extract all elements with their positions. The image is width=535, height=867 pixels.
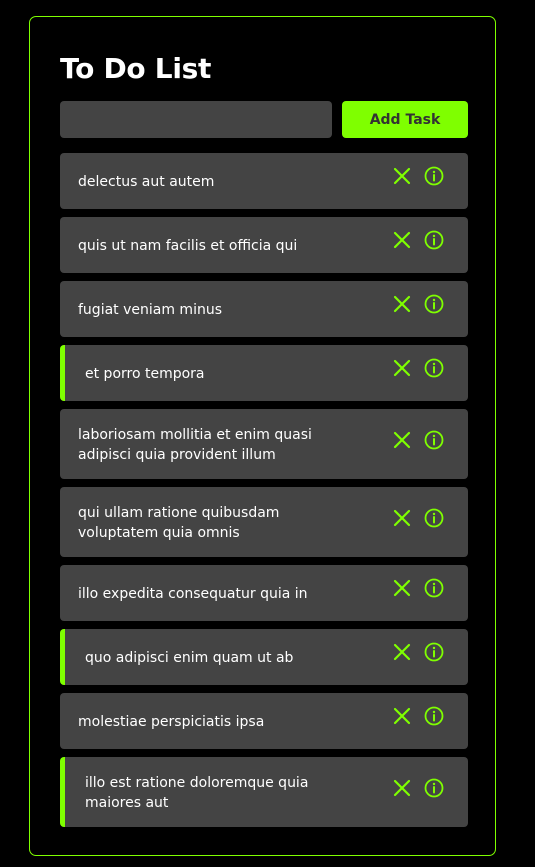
info-icon[interactable] (424, 706, 444, 726)
task-actions (392, 430, 444, 450)
info-icon[interactable] (424, 358, 444, 378)
list-item[interactable]: delectus aut autem (60, 153, 468, 209)
task-text: et porro tempora (85, 366, 205, 382)
info-icon[interactable] (424, 642, 444, 662)
list-item[interactable]: laboriosam mollitia et enim quasi adipis… (60, 409, 468, 479)
task-text: illo est ratione doloremque quia maiores… (85, 775, 309, 811)
task-text: qui ullam ratione quibusdam voluptatem q… (78, 505, 280, 541)
info-icon[interactable] (424, 778, 444, 798)
task-actions (392, 508, 444, 528)
close-icon[interactable] (392, 358, 412, 378)
task-input[interactable] (60, 101, 332, 138)
todo-panel: To Do List Add Task delectus aut autem qu… (29, 16, 496, 856)
close-icon[interactable] (392, 166, 412, 186)
list-item[interactable]: et porro tempora (60, 345, 468, 401)
close-icon[interactable] (392, 778, 412, 798)
close-icon[interactable] (392, 578, 412, 598)
task-actions (392, 578, 444, 598)
task-actions (392, 642, 444, 662)
list-item[interactable]: illo expedita consequatur quia in (60, 565, 468, 621)
info-icon[interactable] (424, 508, 444, 528)
list-item[interactable]: molestiae perspiciatis ipsa (60, 693, 468, 749)
info-icon[interactable] (424, 294, 444, 314)
task-actions (392, 230, 444, 250)
task-text: delectus aut autem (78, 174, 215, 190)
task-text: illo expedita consequatur quia in (78, 586, 308, 602)
task-text: quo adipisci enim quam ut ab (85, 650, 294, 666)
task-actions (392, 706, 444, 726)
close-icon[interactable] (392, 706, 412, 726)
task-actions (392, 358, 444, 378)
info-icon[interactable] (424, 166, 444, 186)
list-item[interactable]: illo est ratione doloremque quia maiores… (60, 757, 468, 827)
add-task-button[interactable]: Add Task (342, 101, 468, 138)
close-icon[interactable] (392, 642, 412, 662)
list-item[interactable]: fugiat veniam minus (60, 281, 468, 337)
task-actions (392, 294, 444, 314)
close-icon[interactable] (392, 508, 412, 528)
page-title: To Do List (60, 52, 212, 85)
list-item[interactable]: quis ut nam facilis et officia qui (60, 217, 468, 273)
list-item[interactable]: quo adipisci enim quam ut ab (60, 629, 468, 685)
list-item[interactable]: qui ullam ratione quibusdam voluptatem q… (60, 487, 468, 557)
task-actions (392, 166, 444, 186)
task-text: fugiat veniam minus (78, 302, 222, 318)
info-icon[interactable] (424, 430, 444, 450)
info-icon[interactable] (424, 578, 444, 598)
task-text: quis ut nam facilis et officia qui (78, 238, 298, 254)
task-text: laboriosam mollitia et enim quasi adipis… (78, 427, 312, 463)
close-icon[interactable] (392, 430, 412, 450)
task-actions (392, 778, 444, 798)
close-icon[interactable] (392, 294, 412, 314)
task-list: delectus aut autem quis ut nam facilis et… (60, 153, 468, 835)
close-icon[interactable] (392, 230, 412, 250)
info-icon[interactable] (424, 230, 444, 250)
task-text: molestiae perspiciatis ipsa (78, 714, 265, 730)
